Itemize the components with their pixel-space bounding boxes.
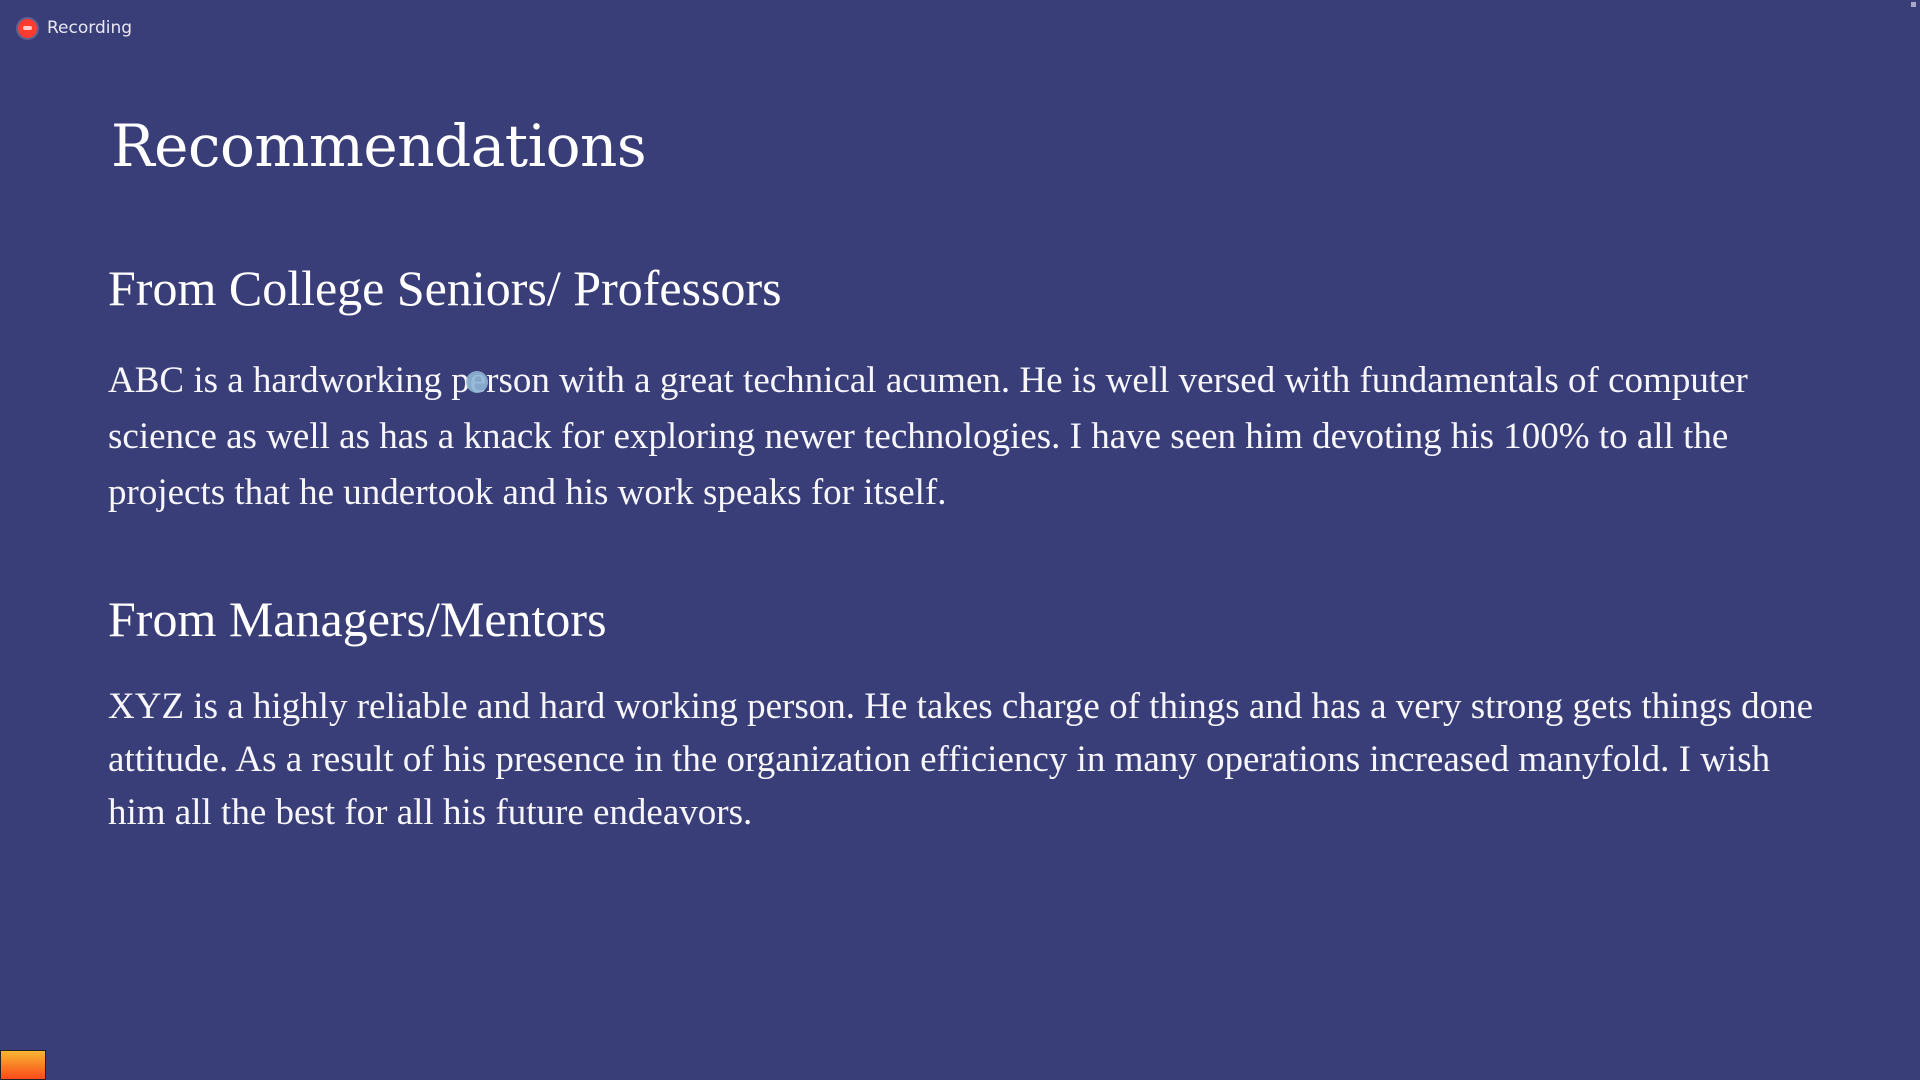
presentation-slide: Recommendations From College Seniors/ Pr… [108, 100, 1828, 833]
section-body-professors: ABC is a hardworking person with a great… [108, 360, 1748, 513]
slide-title: Recommendations [111, 112, 647, 180]
section-body-managers: XYZ is a highly reliable and hard workin… [108, 686, 1814, 833]
recording-label: Recording [47, 18, 133, 38]
record-icon [18, 18, 37, 38]
window-corner-indicator [1911, 2, 1916, 7]
section-heading-professors: From College Seniors/ Professors [108, 260, 782, 316]
section-heading-managers: From Managers/Mentors [108, 591, 607, 647]
recording-indicator[interactable]: Recording [18, 18, 132, 38]
taskbar-thumbnail[interactable] [0, 1050, 46, 1080]
pointer-cursor-icon [466, 371, 488, 393]
